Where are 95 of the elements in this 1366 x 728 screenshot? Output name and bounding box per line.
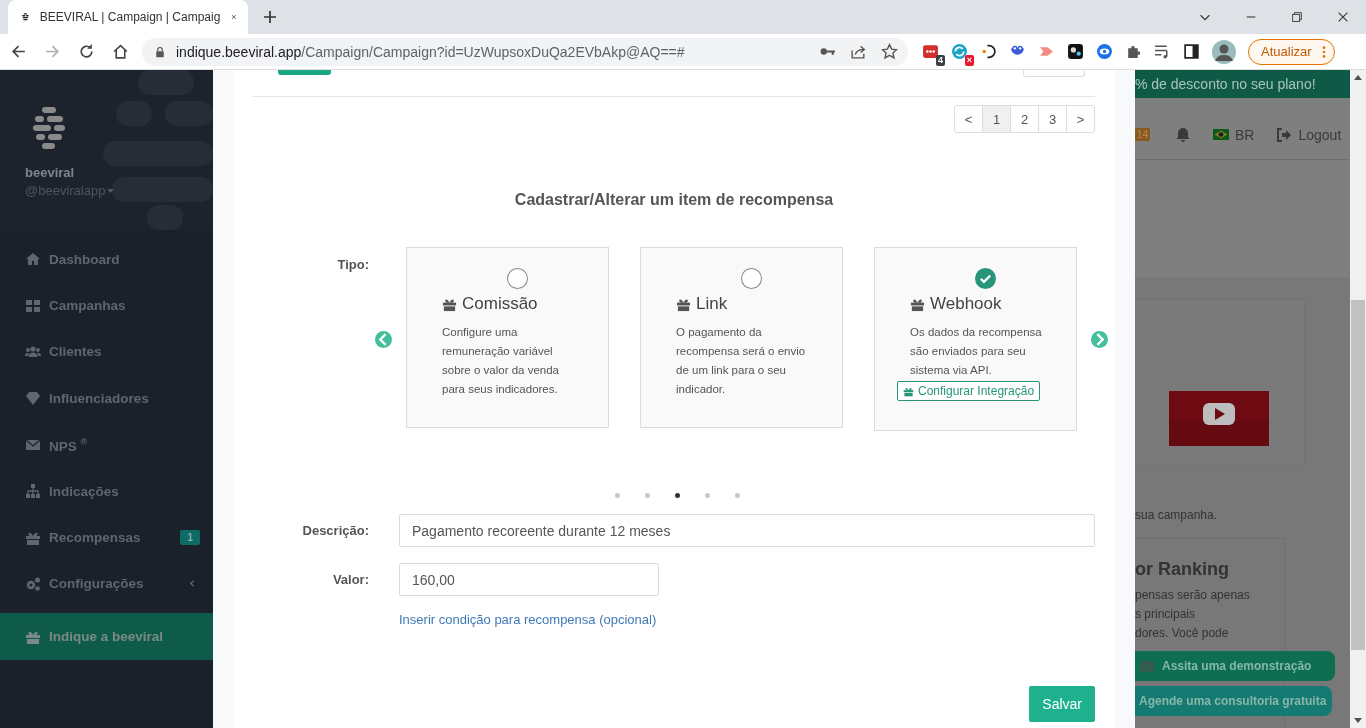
extension-icon[interactable]	[980, 43, 997, 60]
home-icon[interactable]	[112, 43, 129, 60]
sidebar-item[interactable]: Dashboard	[0, 236, 213, 283]
field-label: Descrição:	[301, 523, 369, 538]
extension-icon[interactable]	[1067, 43, 1084, 60]
toggle-switch[interactable]	[278, 70, 331, 75]
previous-page-button[interactable]: <	[954, 105, 983, 133]
eye-extension-icon[interactable]	[1096, 43, 1113, 60]
share-icon[interactable]	[850, 43, 867, 60]
sidebar-item[interactable]: NPS $^{®}$	[0, 421, 213, 468]
option-card[interactable]: Link O pagamento da recompensa será o envio de um link para o seu indicador.	[640, 247, 843, 428]
modal-title: Cadastrar/Alterar um item de recompensa	[513, 191, 835, 209]
sidebar-item[interactable]: Indique a beeviral	[0, 613, 213, 661]
extension-badge: 4	[936, 55, 945, 66]
new-tab-icon[interactable]	[262, 9, 278, 25]
sidebar-item[interactable]: Indicações	[0, 467, 213, 515]
next-page-button[interactable]: >	[1066, 105, 1095, 133]
caption-text: sua campanha.	[1135, 508, 1219, 522]
caret-icon	[107, 188, 115, 193]
sidebar-item[interactable]: Clientes	[0, 328, 213, 376]
scroll-up-icon[interactable]	[1354, 75, 1362, 80]
menu-icon	[25, 575, 41, 592]
address-bar[interactable]: indique.beeviral.app/Campaign/Campaign?id=UzWupsoxDuQa2EVbAkp@AQ==#	[142, 37, 908, 66]
browser-tab[interactable]: BEEVIRAL | Campaign | Campaig	[8, 0, 248, 34]
video-icon	[1140, 660, 1154, 672]
bell-icon[interactable]	[1175, 126, 1191, 143]
url-text: indique.beeviral.app/Campaign/Campaign?id=UzWupsoxDuQa2EVbAkp@AQ==#	[176, 43, 685, 60]
carousel-dot[interactable]	[644, 493, 650, 498]
puzzle-icon[interactable]	[1125, 43, 1142, 60]
menu-icon	[25, 251, 41, 268]
dots-extension-icon[interactable]	[922, 43, 939, 60]
side-panel-icon[interactable]	[1183, 43, 1200, 60]
option-title: Comissão	[462, 294, 538, 314]
sidebar-item[interactable]: Influenciadores	[0, 375, 213, 422]
count-badge: 14	[1135, 128, 1151, 141]
card-text: pensas serão apenas	[1135, 587, 1251, 604]
language-selector[interactable]: BR	[1213, 126, 1255, 143]
radio-button[interactable]	[741, 268, 762, 289]
scrollbar-thumb[interactable]	[1351, 300, 1365, 650]
input-field[interactable]: 160,00	[399, 563, 659, 596]
avatar-icon[interactable]	[1212, 39, 1236, 64]
radio-button[interactable]	[507, 268, 528, 289]
lock-icon	[154, 45, 166, 58]
menu-icon	[25, 390, 41, 407]
menu-icon	[25, 297, 41, 314]
menu-icon	[25, 483, 41, 500]
tab-title: BEEVIRAL | Campaign | Campaig	[39, 10, 221, 24]
field-label: Valor:	[331, 572, 369, 587]
brand-name: beeviral	[25, 165, 76, 180]
menu-icon	[25, 343, 41, 360]
field-label: Tipo:	[336, 256, 369, 274]
scroll-down-icon[interactable]	[1354, 718, 1362, 723]
star-icon[interactable]	[881, 43, 898, 60]
option-description: Configure uma remuneração variável sobre o valor da venda para seus indicadores.	[442, 325, 560, 397]
page-button[interactable]: 1	[982, 105, 1011, 133]
card-title: or Ranking	[1135, 559, 1230, 580]
promo-banner: % de desconto no seu plano!	[1135, 70, 1350, 98]
more-icon	[1321, 44, 1326, 59]
consulting-button[interactable]: Agende uma consultoria gratuita	[1135, 686, 1332, 716]
count-badge: 1	[180, 530, 200, 546]
page-button[interactable]: 2	[1010, 105, 1039, 133]
option-description: Os dados da recompensa são enviados para seu sistema via API.	[910, 325, 1043, 378]
sync-extension-icon[interactable]	[951, 43, 968, 60]
flag-icon	[1213, 129, 1229, 140]
logo-icon	[33, 107, 65, 149]
save-button[interactable]: Salvar	[1029, 686, 1095, 722]
sidebar-item[interactable]: Recompensas 1	[0, 514, 213, 561]
option-description: O pagamento da recompensa será o envio de um link para o seu indicador.	[676, 325, 807, 397]
input-field[interactable]: Pagamento recoreente durante 12 meses	[399, 514, 1095, 547]
condition-link[interactable]: Inserir condição para recompensa (opcional)	[399, 612, 657, 627]
carousel-dot[interactable]	[614, 493, 620, 498]
page-button[interactable]: 3	[1038, 105, 1067, 133]
carousel-dot[interactable]	[674, 493, 680, 498]
scrollbar[interactable]	[1350, 70, 1366, 728]
configure-button[interactable]: Configurar Integração	[897, 381, 1041, 401]
gift-icon	[903, 385, 914, 397]
sidebar-item[interactable]: Campanhas	[0, 282, 213, 329]
demo-button[interactable]: Assita uma demonstração	[1135, 651, 1335, 681]
card-text: dores. Você pode	[1135, 625, 1230, 642]
option-title: Link	[696, 294, 728, 314]
logout-icon	[1276, 126, 1293, 143]
carousel-dot[interactable]	[704, 493, 710, 498]
carousel-dot[interactable]	[734, 493, 740, 498]
logout-link[interactable]: Logout	[1276, 126, 1342, 143]
back-icon[interactable]	[10, 43, 27, 60]
option-card[interactable]: Comissão Configure uma remuneração variável sobre o valor da venda para seus indicadores.	[406, 247, 609, 428]
sidebar-item[interactable]: Configurações	[0, 560, 213, 608]
reload-icon[interactable]	[78, 43, 95, 60]
update-button[interactable]: Atualizar	[1248, 38, 1335, 65]
extension-badge: ×	[964, 55, 974, 66]
card-text: s principais	[1135, 606, 1197, 623]
select-field[interactable]	[1023, 70, 1085, 77]
radio-button[interactable]	[975, 268, 996, 289]
option-card[interactable]: Webhook Os dados da recompensa são enviados para seu sistema via API. Configurar Integração	[874, 247, 1077, 431]
option-title: Webhook	[930, 294, 1002, 314]
